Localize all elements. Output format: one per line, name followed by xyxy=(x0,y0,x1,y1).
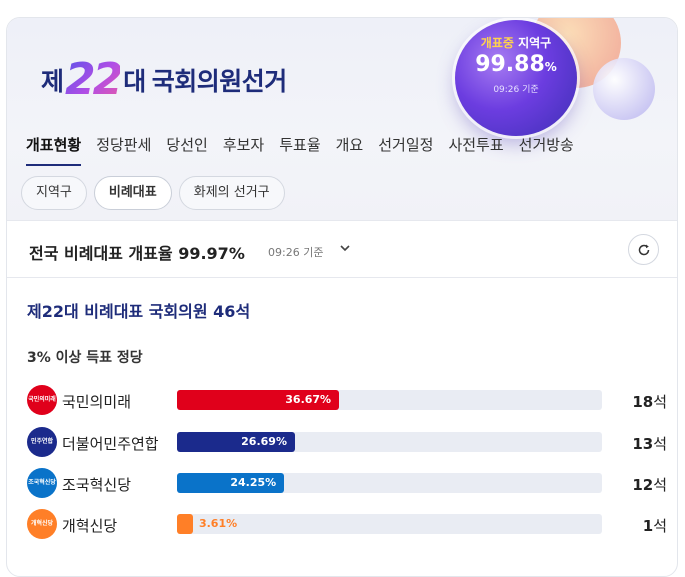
party-row[interactable]: 국민의미래 국민의미래 36.67% 18석 xyxy=(27,384,667,416)
orb-label-status: 개표중 xyxy=(480,36,514,50)
orb-percent-unit: % xyxy=(544,60,557,74)
vote-share-label: 3.61% xyxy=(198,517,238,530)
seat-number: 18 xyxy=(632,393,654,411)
results-subtitle: 3% 이상 득표 정당 xyxy=(27,350,143,366)
party-name: 조국혁신당 xyxy=(62,476,132,494)
logo-prefix: 제 xyxy=(41,67,65,96)
election-card: 제 22 대 국회의원선거 개표중 지역구 99.88% 09:26 기준 개표… xyxy=(6,17,678,577)
counting-progress-orb[interactable]: 개표중 지역구 99.88% 09:26 기준 xyxy=(455,20,577,136)
vote-share-label: 26.69% xyxy=(241,435,287,448)
election-header: 제 22 대 국회의원선거 개표중 지역구 99.88% 09:26 기준 개표… xyxy=(7,18,677,221)
seat-count: 18석 xyxy=(632,391,667,412)
vote-share-bar: 36.67% xyxy=(177,390,602,410)
tab-item[interactable]: 후보자 xyxy=(223,134,264,166)
seat-unit: 석 xyxy=(653,435,667,453)
sub-tab-pill[interactable]: 지역구 xyxy=(21,176,87,210)
logo-title: 국회의원선거 xyxy=(151,67,288,96)
vote-share-bar: 3.61% xyxy=(177,514,602,534)
sub-tab-pill[interactable]: 화제의 선거구 xyxy=(178,176,285,210)
vote-share-label: 36.67% xyxy=(285,393,332,406)
status-percent: 99.97 xyxy=(178,244,229,263)
seat-unit: 석 xyxy=(653,476,667,494)
logo-number: 22 xyxy=(65,54,123,105)
refresh-icon xyxy=(638,244,649,255)
tab-item[interactable]: 선거일정 xyxy=(378,134,433,166)
orb-label: 개표중 지역구 xyxy=(455,34,577,51)
party-row[interactable]: 조국혁신당 조국혁신당 24.25% 12석 xyxy=(27,467,667,499)
count-status-text: 전국 비례대표 개표율 99.97% xyxy=(29,240,245,264)
party-name: 국민의미래 xyxy=(62,393,132,411)
sub-tab-pill[interactable]: 비례대표 xyxy=(93,176,172,210)
seat-unit: 석 xyxy=(653,517,667,535)
seat-count: 13석 xyxy=(632,433,667,454)
refresh-button[interactable] xyxy=(628,234,659,265)
orb-time: 09:26 기준 xyxy=(493,85,539,95)
status-unit: % xyxy=(228,244,245,263)
results-title: 제22대 비례대표 국회의원 46석 xyxy=(27,302,251,321)
seat-count: 12석 xyxy=(632,474,667,495)
party-name: 더불어민주연합 xyxy=(62,435,159,453)
party-row[interactable]: 민주연합 더불어민주연합 26.69% 13석 xyxy=(27,426,667,458)
chevron-down-icon[interactable] xyxy=(339,242,351,257)
orb-percent-value: 99.88 xyxy=(475,52,545,77)
orb-percent: 99.88% xyxy=(455,52,577,77)
orb-label-type: 지역구 xyxy=(518,36,552,50)
tab-item[interactable]: 개표현황 xyxy=(26,134,82,166)
main-tabs: 개표현황 정당판세 당선인 후보자 투표율 개요 선거일정 사전투표 선거방송 xyxy=(7,134,589,166)
party-logo-icon: 개혁신당 xyxy=(27,509,57,539)
vote-share-label: 24.25% xyxy=(230,476,277,489)
seat-count: 1석 xyxy=(643,515,667,536)
seat-number: 1 xyxy=(642,517,654,535)
tab-item[interactable]: 당선인 xyxy=(166,134,207,166)
party-logo-icon: 국민의미래 xyxy=(27,385,57,415)
count-status-bar: 전국 비례대표 개표율 99.97% 09:26 기준 xyxy=(7,221,677,278)
party-logo-icon: 조국혁신당 xyxy=(27,468,57,498)
decorative-sphere-white xyxy=(593,58,655,120)
vote-share-bar: 26.69% xyxy=(177,432,602,452)
vote-share-fill xyxy=(177,514,193,534)
party-logo-icon: 민주연합 xyxy=(27,427,57,457)
party-name: 개혁신당 xyxy=(62,517,118,535)
sub-tabs: 지역구 비례대표 화제의 선거구 xyxy=(21,176,292,210)
seat-unit: 석 xyxy=(653,393,667,411)
tab-item[interactable]: 투표율 xyxy=(279,134,320,166)
party-row[interactable]: 개혁신당 개혁신당 3.61% 1석 xyxy=(27,508,667,540)
tab-item[interactable]: 선거방송 xyxy=(519,134,574,166)
seat-number: 12 xyxy=(632,476,654,494)
tab-item[interactable]: 사전투표 xyxy=(448,134,503,166)
vote-share-bar: 24.25% xyxy=(177,473,602,493)
status-label: 전국 비례대표 개표율 xyxy=(29,244,173,263)
tab-item[interactable]: 정당판세 xyxy=(96,134,151,166)
status-time: 09:26 기준 xyxy=(268,246,324,259)
tab-item[interactable]: 개요 xyxy=(336,134,364,166)
election-logo[interactable]: 제 22 대 국회의원선거 xyxy=(41,40,287,120)
logo-suffix-dae: 대 xyxy=(123,67,146,96)
seat-number: 13 xyxy=(632,435,654,453)
